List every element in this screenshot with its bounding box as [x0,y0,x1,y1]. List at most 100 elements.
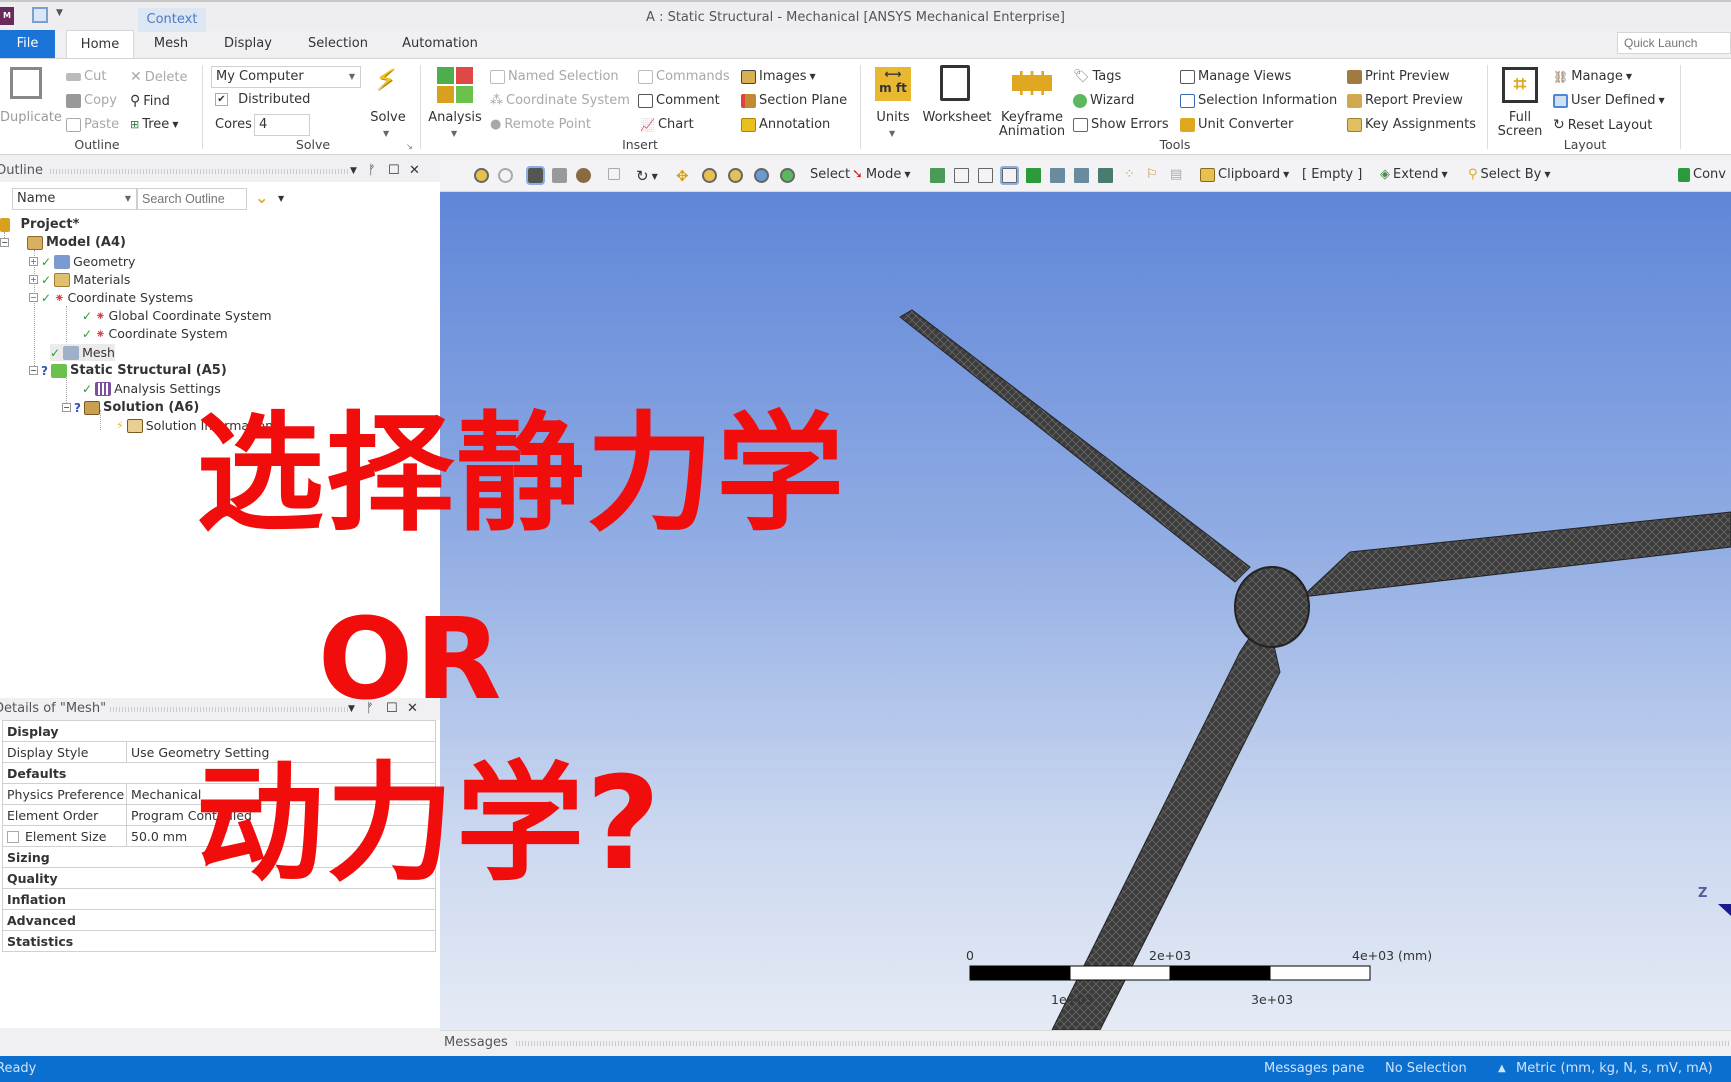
parameter-checkbox[interactable] [7,831,19,843]
status-units[interactable]: Metric (mm, kg, N, s, mV, mA) [1516,1056,1713,1082]
expand-chevron-icon[interactable]: ⌄ [255,188,268,207]
tab-selection[interactable]: Selection [298,30,378,58]
show-errors-button[interactable]: Show Errors [1073,117,1169,132]
quick-launch-input[interactable] [1617,32,1731,54]
worksheet-button[interactable]: Worksheet [922,111,992,125]
tree-item-coordinate-system[interactable]: ✓ ⁕ Coordinate System [82,325,228,342]
zoom-icon[interactable] [498,168,513,183]
solve-target-select[interactable]: My Computer ▼ [211,66,361,88]
tab-mesh[interactable]: Mesh [140,30,202,58]
wireframe-view-icon[interactable] [552,168,567,183]
chevron-up-icon[interactable]: ▲ [1498,1056,1506,1082]
select-node-icon[interactable] [1026,168,1041,183]
select-element-icon[interactable] [1074,168,1089,183]
collapse-icon[interactable]: − [29,293,38,302]
collapse-icon[interactable]: − [29,366,38,375]
tree-item-model[interactable]: − Model (A4) [0,234,126,251]
tab-file[interactable]: File [0,30,55,58]
named-selection-button[interactable]: Named Selection [490,69,619,84]
selection-information-button[interactable]: Selection Information [1180,93,1337,108]
rotate-button[interactable]: ↻ ▼ [636,167,658,185]
distributed-checkbox[interactable]: ✔ Distributed [215,92,310,107]
drag-grip[interactable] [50,169,350,174]
tree-item-mesh[interactable]: ✓ Mesh [50,344,115,361]
shaded-view-icon[interactable] [526,166,545,185]
select-face-icon[interactable] [978,168,993,183]
tags-button[interactable]: 🏷 Tags [1073,69,1121,84]
pick-point-icon[interactable]: ⁘ [1124,167,1135,182]
manage-views-button[interactable]: Manage Views [1180,69,1291,84]
report-preview-button[interactable]: Report Preview [1347,93,1463,108]
commands-button[interactable]: Commands [638,69,730,84]
section-statistics[interactable]: Statistics [2,930,436,952]
pan-icon[interactable]: ✥ [676,167,689,185]
user-defined-layout-button[interactable]: User Defined ▼ [1553,93,1665,108]
tree-item-static-structural[interactable]: −? Static Structural (A5) [29,362,227,379]
panel-menu-icon[interactable]: ▼ [350,160,357,182]
maximize-icon[interactable]: ☐ [388,160,400,182]
annotation-button[interactable]: Annotation [741,117,830,132]
tree-item-coordinate-systems[interactable]: − ✓ ⁕ Coordinate Systems [29,289,193,306]
solve-button[interactable]: Solve [366,111,410,125]
copy-button[interactable]: Copy [66,93,117,108]
collapse-icon[interactable]: − [0,238,9,247]
full-screen-button[interactable]: Full Screen [1494,111,1546,139]
tree-item-project[interactable]: Project* [0,216,79,233]
status-messages-pane[interactable]: Messages pane [1264,1056,1364,1082]
drag-grip[interactable] [516,1041,1731,1046]
key-assignments-button[interactable]: Key Assignments [1347,117,1476,132]
select-vertex-icon[interactable] [930,168,945,183]
find-button[interactable]: ⚲ Find [130,93,170,109]
duplicate-button[interactable]: Duplicate [0,111,62,125]
section-advanced[interactable]: Advanced [2,909,436,931]
chevron-down-icon[interactable]: ▼ [278,194,284,203]
paste-button[interactable]: Paste [66,117,119,132]
collapse-icon[interactable]: − [62,403,71,412]
tree-item-materials[interactable]: + ✓ Materials [29,271,130,288]
chart-button[interactable]: 📈 Chart [640,117,694,132]
zoom-fit-icon[interactable] [754,168,769,183]
thicken-icon[interactable] [608,168,620,180]
cores-input[interactable]: 4 [254,114,310,136]
magnifier-icon[interactable] [780,168,795,183]
tree-item-geometry[interactable]: + ✓ Geometry [29,253,135,270]
select-mode-button[interactable]: ➘ Mode ▼ [852,167,910,182]
manage-layout-button[interactable]: ⛓ Manage ▼ [1553,69,1632,84]
zoom-in-icon[interactable] [702,168,717,183]
tab-display[interactable]: Display [212,30,284,58]
dialog-launcher-icon[interactable]: ↘ [406,142,413,151]
tree-item-solution[interactable]: −? Solution (A6) [62,399,199,416]
box-zoom-icon[interactable] [728,168,743,183]
search-outline-input[interactable] [137,188,247,210]
expand-icon[interactable]: + [29,257,38,266]
comment-button[interactable]: Comment [638,93,720,108]
extend-button[interactable]: ◈ Extend ▼ [1380,167,1448,182]
select-edge-icon[interactable] [954,168,969,183]
close-icon[interactable]: ✕ [409,160,420,182]
drag-grip[interactable] [110,707,350,712]
tree-item-analysis-settings[interactable]: ✓ Analysis Settings [82,380,221,397]
pin-icon[interactable]: ᚠ [368,160,376,182]
unit-converter-button[interactable]: Unit Converter [1180,117,1293,132]
show-vertices-icon[interactable] [576,168,591,183]
coordinate-system-button[interactable]: ⁂ Coordinate System [490,93,630,108]
tab-home[interactable]: Home [66,30,134,58]
outline-filter-select[interactable]: Name ▼ [12,188,137,210]
clipboard-button[interactable]: Clipboard ▼ [1200,167,1289,182]
graphics-viewport[interactable]: 0 1e+03 2e+03 3e+03 4e+03 (mm) Z [440,192,1731,1030]
delete-button[interactable]: ✕ Delete [130,69,187,85]
wizard-button[interactable]: Wizard [1073,93,1134,108]
section-plane-button[interactable]: Section Plane [741,93,847,108]
select-body-icon[interactable] [1000,166,1019,185]
annotation-tool-icon[interactable]: ⚐ [1146,167,1158,182]
remote-point-button[interactable]: ● Remote Point [490,117,591,132]
cut-button[interactable]: Cut [66,69,106,84]
select-element-face-icon[interactable] [1050,168,1065,183]
reset-layout-button[interactable]: ↻ Reset Layout [1553,117,1652,133]
keyframe-animation-button[interactable]: Keyframe Animation [996,111,1068,139]
select-mesh-icon[interactable] [1098,168,1113,183]
label-tool-icon[interactable]: ▤ [1170,167,1182,182]
expand-icon[interactable]: + [29,275,38,284]
tree-button[interactable]: ⊞ Tree ▼ [130,117,178,132]
tab-automation[interactable]: Automation [394,30,486,58]
